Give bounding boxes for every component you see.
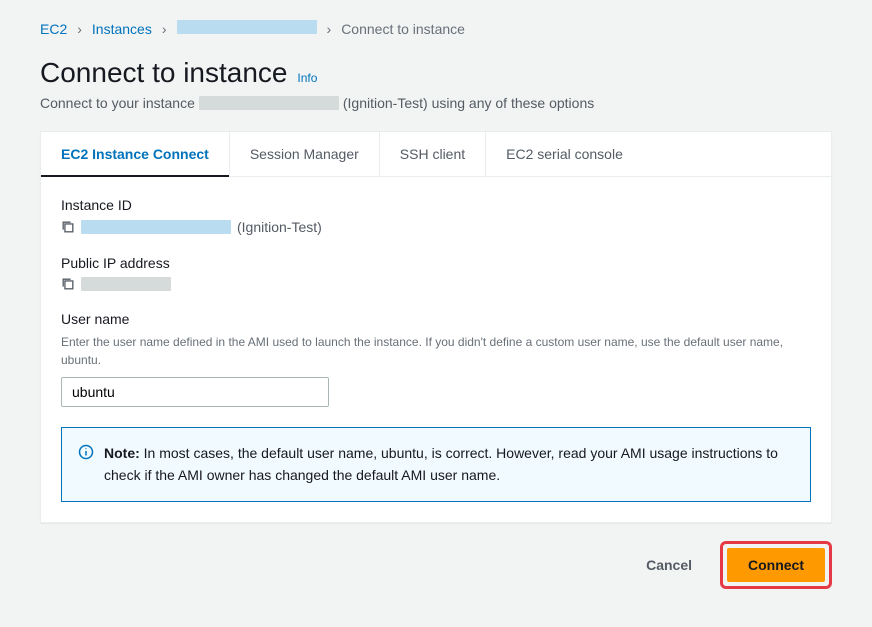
instance-id-suffix: (Ignition-Test) (237, 219, 322, 235)
page-title: Connect to instance (40, 57, 288, 88)
note-box: Note: In most cases, the default user na… (61, 427, 811, 502)
connect-highlight: Connect (720, 541, 832, 589)
info-link[interactable]: Info (297, 71, 317, 85)
chevron-right-icon: › (327, 21, 332, 37)
username-input[interactable] (61, 377, 329, 407)
breadcrumb-ec2[interactable]: EC2 (40, 21, 67, 37)
username-help-text: Enter the user name defined in the AMI u… (61, 333, 811, 369)
tab-ec2-serial-console[interactable]: EC2 serial console (486, 132, 643, 176)
field-username: User name Enter the user name defined in… (61, 311, 811, 407)
panel-body: Instance ID (Ignition-Test) Public IP ad… (41, 177, 831, 522)
tab-bar: EC2 Instance Connect Session Manager SSH… (41, 132, 831, 177)
redacted-instance-id (199, 96, 339, 110)
tab-ssh-client[interactable]: SSH client (380, 132, 486, 176)
redacted-instance-id-value (81, 220, 231, 234)
info-icon (78, 444, 94, 460)
instance-id-label: Instance ID (61, 197, 811, 213)
breadcrumb: EC2 › Instances › › Connect to instance (40, 20, 832, 37)
redacted-public-ip-value (81, 277, 171, 291)
copy-icon[interactable] (61, 220, 75, 234)
note-body: In most cases, the default user name, ub… (104, 445, 778, 483)
field-instance-id: Instance ID (Ignition-Test) (61, 197, 811, 235)
connect-panel: EC2 Instance Connect Session Manager SSH… (40, 131, 832, 523)
redacted-instance-id (177, 20, 317, 34)
tab-session-manager[interactable]: Session Manager (230, 132, 380, 176)
copy-icon[interactable] (61, 277, 75, 291)
chevron-right-icon: › (162, 21, 167, 37)
page-subtitle: Connect to your instance (Ignition-Test)… (40, 95, 832, 111)
page-header: Connect to instance Info (40, 57, 832, 89)
cancel-button[interactable]: Cancel (630, 549, 708, 581)
note-text: Note: In most cases, the default user na… (104, 442, 794, 487)
chevron-right-icon: › (77, 21, 82, 37)
username-label: User name (61, 311, 811, 327)
breadcrumb-instances[interactable]: Instances (92, 21, 152, 37)
connect-button[interactable]: Connect (727, 548, 825, 582)
field-public-ip: Public IP address (61, 255, 811, 291)
breadcrumb-instance-id[interactable] (177, 20, 317, 37)
tab-ec2-instance-connect[interactable]: EC2 Instance Connect (41, 132, 230, 176)
public-ip-label: Public IP address (61, 255, 811, 271)
breadcrumb-current: Connect to instance (341, 21, 465, 37)
subtitle-suffix: (Ignition-Test) using any of these optio… (343, 95, 594, 111)
footer-actions: Cancel Connect (40, 541, 832, 589)
subtitle-prefix: Connect to your instance (40, 95, 195, 111)
note-label: Note: (104, 445, 140, 461)
